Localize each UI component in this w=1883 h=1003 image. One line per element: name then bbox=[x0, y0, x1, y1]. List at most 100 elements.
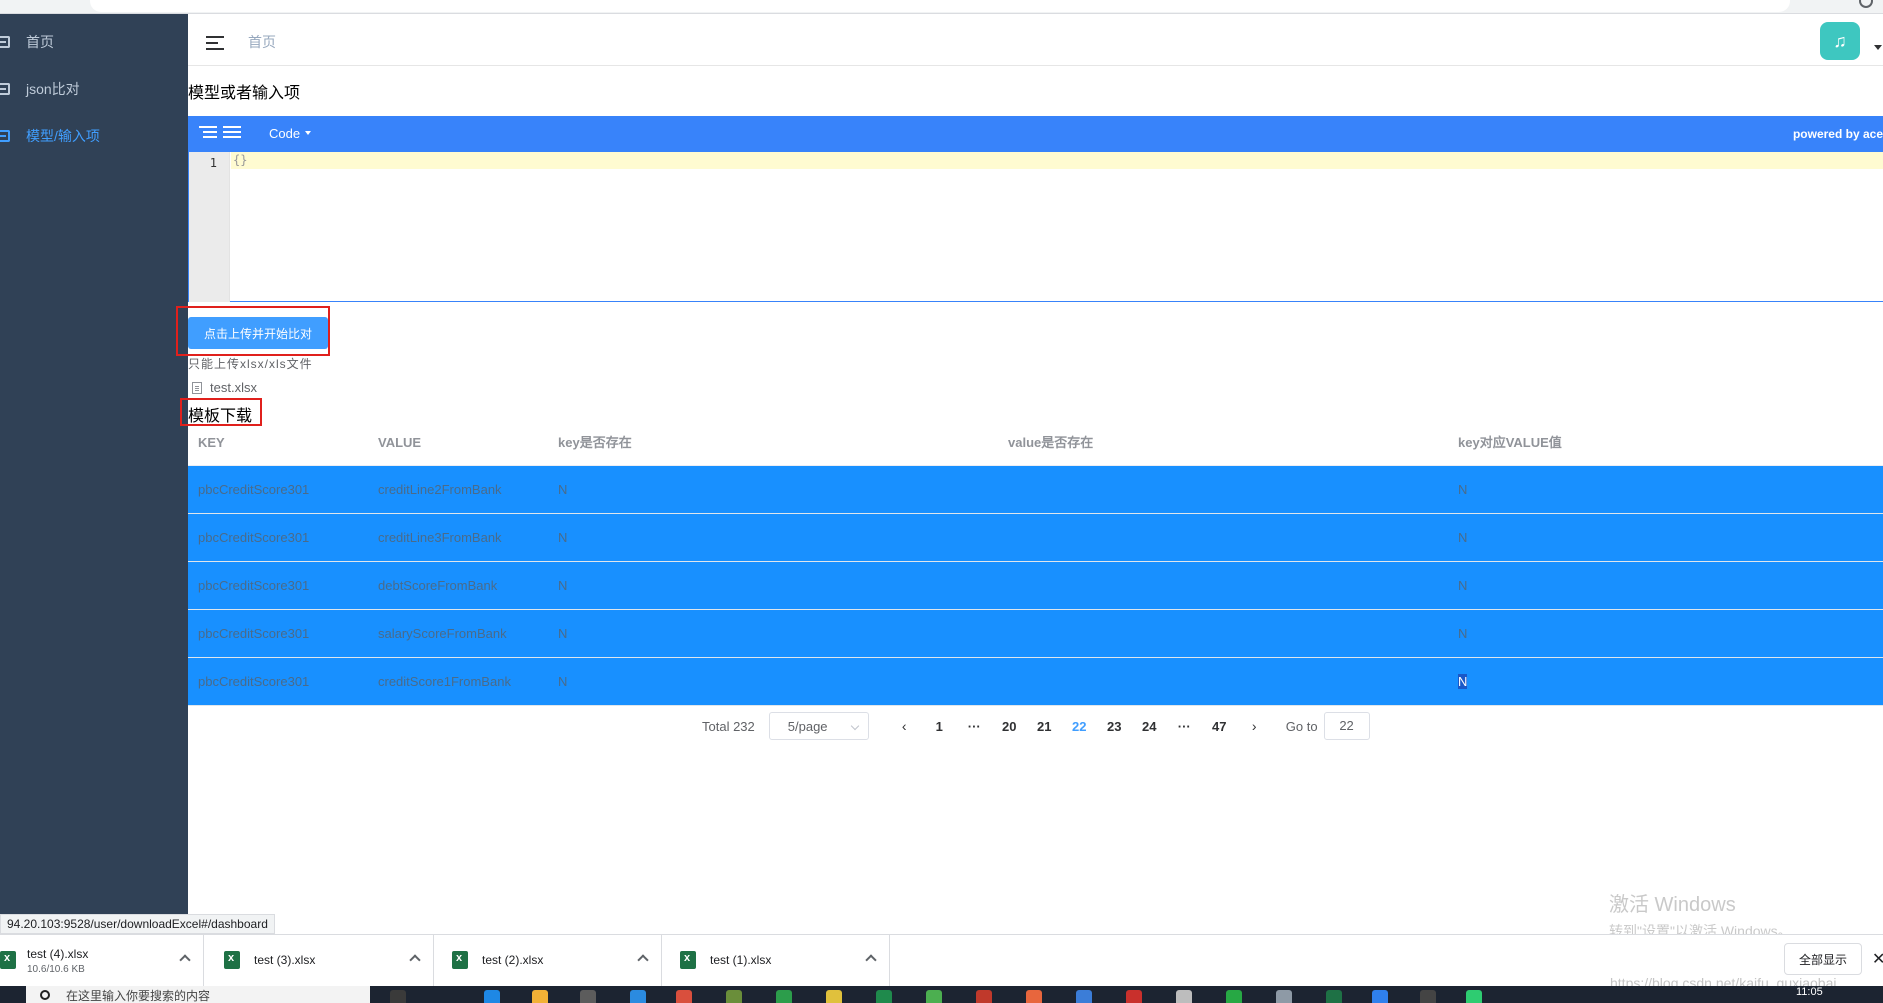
taskbar-search[interactable]: 在这里输入你要搜索的内容 bbox=[26, 986, 370, 1003]
clock[interactable]: 11:05 bbox=[1796, 986, 1823, 998]
table-cell: N bbox=[558, 530, 568, 545]
chevron-up-icon[interactable] bbox=[179, 954, 191, 966]
app-icon[interactable] bbox=[1372, 990, 1388, 1003]
download-item[interactable]: test (2).xlsx bbox=[440, 935, 662, 987]
powered-by-link[interactable]: powered by ace bbox=[1793, 127, 1883, 141]
main-content: 模型或者输入项 Code powered by ace 1 {} 点击上传并开始… bbox=[176, 66, 1883, 934]
compact-icon[interactable] bbox=[223, 126, 241, 142]
mail-icon[interactable] bbox=[630, 990, 646, 1003]
hamburger-icon[interactable] bbox=[206, 36, 224, 50]
app-icon[interactable] bbox=[1076, 990, 1092, 1003]
prev-page-icon[interactable]: ‹ bbox=[887, 718, 922, 734]
column-header[interactable]: key是否存在 bbox=[548, 426, 998, 465]
table-row[interactable]: pbcCreditScore301 creditLine2FromBank N … bbox=[188, 466, 1883, 514]
caret-down-icon[interactable] bbox=[1874, 45, 1882, 50]
powerpoint-icon[interactable] bbox=[1126, 990, 1142, 1003]
table-cell: pbcCreditScore301 bbox=[198, 626, 310, 641]
page-button[interactable]: 24 bbox=[1132, 719, 1167, 734]
json-editor[interactable]: Code powered by ace 1 {} bbox=[188, 116, 1883, 302]
download-item[interactable]: test (1).xlsx bbox=[668, 935, 890, 987]
browser-toolbar bbox=[0, 0, 1883, 14]
app-icon[interactable] bbox=[826, 990, 842, 1003]
page-button-current[interactable]: 22 bbox=[1062, 719, 1097, 734]
search-icon bbox=[40, 990, 50, 1000]
dashboard-icon bbox=[0, 130, 10, 142]
sidebar-item-label: 模型/输入项 bbox=[26, 128, 100, 144]
more-pages-button[interactable]: ··· bbox=[1167, 719, 1202, 734]
mode-dropdown[interactable]: Code bbox=[269, 126, 311, 141]
column-header[interactable]: key对应VALUE值 bbox=[1448, 426, 1883, 465]
document-icon bbox=[192, 381, 202, 394]
app-icon[interactable] bbox=[1226, 990, 1242, 1003]
page-button[interactable]: 23 bbox=[1097, 719, 1132, 734]
page-button[interactable]: 47 bbox=[1202, 719, 1237, 734]
line-number: 1 bbox=[209, 156, 217, 170]
results-table: KEY VALUE key是否存在 value是否存在 key对应VALUE值 … bbox=[188, 426, 1883, 706]
notepad-icon[interactable] bbox=[726, 990, 742, 1003]
app-icon[interactable] bbox=[1466, 990, 1482, 1003]
avatar[interactable]: ♫ bbox=[1820, 22, 1860, 60]
app-icon[interactable] bbox=[876, 990, 892, 1003]
sidebar-item-model-input[interactable]: 模型/输入项 bbox=[0, 108, 188, 164]
screen: 首页 json比对 模型/输入项 首页 ♫ 模型或者输入项 Code power… bbox=[0, 0, 1883, 1003]
app-icon[interactable] bbox=[1176, 990, 1192, 1003]
page-button[interactable]: 1 bbox=[922, 719, 957, 734]
close-icon[interactable]: ✕ bbox=[1872, 949, 1883, 969]
download-item[interactable]: test (3).xlsx bbox=[212, 935, 434, 987]
breadcrumb[interactable]: 首页 bbox=[248, 32, 276, 52]
table-row[interactable]: pbcCreditScore301 creditLine3FromBank N … bbox=[188, 514, 1883, 562]
edge-icon[interactable] bbox=[484, 990, 500, 1003]
excel-icon[interactable] bbox=[1326, 990, 1342, 1003]
table-cell bbox=[998, 562, 1448, 609]
table-cell: pbcCreditScore301 bbox=[198, 674, 310, 689]
table-cell bbox=[998, 658, 1448, 705]
windows-taskbar: 在这里输入你要搜索的内容 11:05 bbox=[0, 986, 1883, 1003]
chevron-up-icon[interactable] bbox=[637, 954, 649, 966]
next-page-icon[interactable]: › bbox=[1237, 718, 1272, 734]
folder-icon[interactable] bbox=[532, 990, 548, 1003]
goto-input[interactable]: 22 bbox=[1323, 712, 1370, 740]
store-icon[interactable] bbox=[580, 990, 596, 1003]
address-bar[interactable] bbox=[90, 0, 1790, 12]
wechat-icon[interactable] bbox=[926, 990, 942, 1003]
app-icon[interactable] bbox=[976, 990, 992, 1003]
format-icon[interactable] bbox=[199, 126, 217, 142]
watermark-title: 激活 Windows bbox=[1609, 894, 1736, 916]
pycharm-icon[interactable] bbox=[776, 990, 792, 1003]
table-cell: N bbox=[1458, 626, 1468, 641]
table-cell: N bbox=[1458, 530, 1468, 545]
excel-file-icon bbox=[0, 951, 16, 969]
sidebar-item-label: 首页 bbox=[26, 34, 54, 50]
table-cell: N bbox=[1458, 482, 1468, 497]
table-row[interactable]: pbcCreditScore301 salaryScoreFromBank N … bbox=[188, 610, 1883, 658]
more-pages-button[interactable]: ··· bbox=[957, 719, 992, 734]
table-row[interactable]: pbcCreditScore301 debtScoreFromBank N N bbox=[188, 562, 1883, 610]
table-cell: creditScore1FromBank bbox=[378, 674, 511, 689]
template-download-link[interactable]: 模板下载 bbox=[188, 402, 252, 426]
table-row[interactable]: pbcCreditScore301 creditScore1FromBank N… bbox=[188, 658, 1883, 706]
column-header[interactable]: KEY bbox=[188, 426, 368, 465]
download-file-name: test (2).xlsx bbox=[482, 953, 544, 967]
table-cell bbox=[998, 466, 1448, 513]
page-size-select[interactable]: 5/page bbox=[768, 712, 869, 740]
code-line[interactable]: {} bbox=[231, 152, 1883, 169]
table-cell: N bbox=[558, 578, 568, 593]
download-item[interactable]: test (4).xlsx 10.6/10.6 KB bbox=[0, 935, 204, 987]
page-button[interactable]: 21 bbox=[1027, 719, 1062, 734]
show-all-button[interactable]: 全部显示 bbox=[1784, 943, 1862, 975]
table-cell: pbcCreditScore301 bbox=[198, 530, 310, 545]
app-icon[interactable] bbox=[1276, 990, 1292, 1003]
uploaded-file[interactable]: test.xlsx bbox=[192, 380, 257, 395]
column-header[interactable]: VALUE bbox=[368, 426, 548, 465]
app-icon[interactable] bbox=[1026, 990, 1042, 1003]
chevron-up-icon[interactable] bbox=[409, 954, 421, 966]
upload-button[interactable]: 点击上传并开始比对 bbox=[188, 317, 328, 349]
terminal-icon[interactable] bbox=[1420, 990, 1436, 1003]
page-button[interactable]: 20 bbox=[992, 719, 1027, 734]
taskbar-search-placeholder: 在这里输入你要搜索的内容 bbox=[66, 989, 211, 1003]
profile-icon[interactable] bbox=[1859, 0, 1873, 8]
column-header[interactable]: value是否存在 bbox=[998, 426, 1448, 465]
task-view-icon[interactable] bbox=[390, 990, 406, 1003]
chrome-icon[interactable] bbox=[676, 990, 692, 1003]
chevron-up-icon[interactable] bbox=[865, 954, 877, 966]
